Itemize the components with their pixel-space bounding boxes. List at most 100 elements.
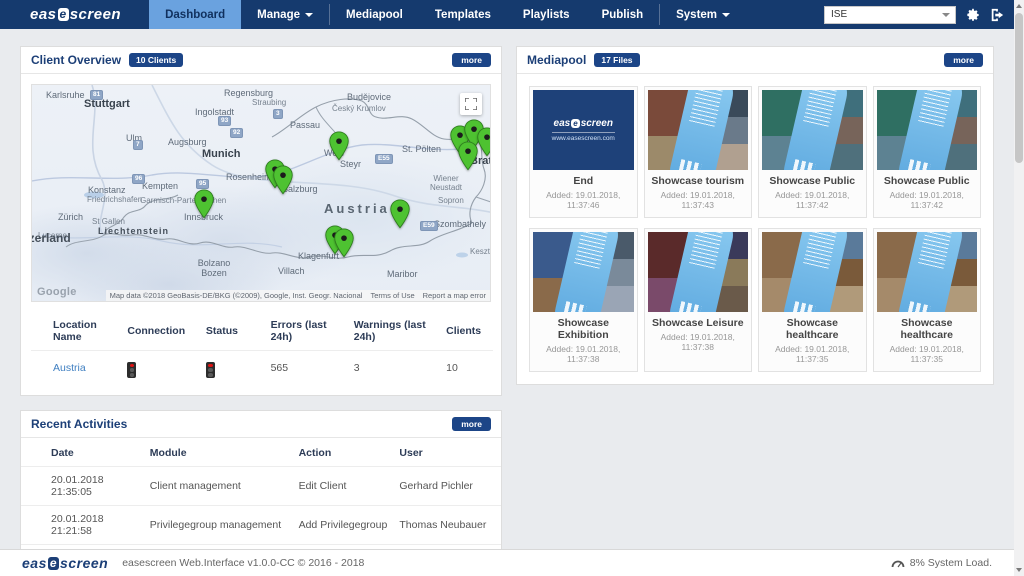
top-navbar: easescreen Dashboard Manage Mediapool Te… xyxy=(0,0,1014,29)
panel-title: Mediapool xyxy=(527,53,586,67)
activity-action: Edit Client xyxy=(295,467,396,506)
client-map-pin[interactable] xyxy=(389,199,411,229)
tab-mediapool[interactable]: Mediapool xyxy=(330,0,419,29)
media-name: Showcase healthcare xyxy=(879,317,976,341)
road-shield: E59 xyxy=(420,221,438,231)
client-overview-more-button[interactable]: more xyxy=(452,53,491,67)
table-row: Austria 565 3 10 xyxy=(31,351,493,386)
easescreen-logo[interactable]: easescreen xyxy=(0,0,149,29)
media-grid: easescreen www.easescreen.com End Added:… xyxy=(517,74,993,384)
activity-date: 20.01.2018 21:21:58 xyxy=(21,506,146,545)
map-city-label: Passau xyxy=(290,120,320,130)
mediapool-tile[interactable]: Showcase healthcare Added: 19.01.2018, 1… xyxy=(873,228,982,372)
map-city-label: St. Pölten xyxy=(402,144,441,154)
map-city-label: St Gallen xyxy=(92,217,125,226)
tab-templates[interactable]: Templates xyxy=(419,0,507,29)
map-country-label: Liechtenstein xyxy=(98,226,169,236)
media-added: Added: 19.01.2018, 11:37:42 xyxy=(764,190,861,210)
road-shield: 95 xyxy=(196,179,209,189)
map-city-label: Bolzano Bozen xyxy=(192,259,236,279)
col-location-name: Location Name xyxy=(31,312,123,351)
map-city-label: Maribor xyxy=(387,269,418,279)
media-name: Showcase tourism xyxy=(650,175,747,187)
panel-title: Recent Activities xyxy=(31,417,127,431)
map-city-label: Friedrichshafen xyxy=(87,195,142,204)
main-menu: Dashboard Manage Mediapool Templates Pla… xyxy=(149,0,746,29)
road-shield: 81 xyxy=(90,90,103,100)
dashboard-page: easescreen Dashboard Manage Mediapool Te… xyxy=(0,0,1014,576)
media-thumbnail xyxy=(877,232,978,312)
status-traffic-light-icon xyxy=(206,362,215,378)
mediapool-more-button[interactable]: more xyxy=(944,53,983,67)
client-map-pin[interactable] xyxy=(272,165,294,195)
media-thumbnail xyxy=(762,232,863,312)
gauge-icon xyxy=(891,558,905,568)
settings-gear-icon[interactable] xyxy=(966,8,980,22)
col-warnings: Warnings (last 24h) xyxy=(350,312,442,351)
location-link[interactable]: Austria xyxy=(53,362,86,374)
clients-value: 10 xyxy=(442,351,493,386)
logo-text: screen xyxy=(70,6,121,23)
map-city-label: Munich xyxy=(202,148,241,160)
map-city-label: Konstanz xyxy=(88,185,126,195)
map-city-label: Straubing xyxy=(252,98,286,107)
map-city-label: Karlsruhe xyxy=(46,90,85,100)
page-scrollbar[interactable] xyxy=(1014,0,1024,576)
activity-module: Client management xyxy=(146,467,295,506)
caret-down-icon xyxy=(722,13,730,17)
selected-client: ISE xyxy=(831,9,847,20)
footer-version-text: easescreen Web.Interface v1.0.0-CC © 201… xyxy=(122,557,364,569)
mediapool-tile[interactable]: Showcase tourism Added: 19.01.2018, 11:3… xyxy=(644,86,753,218)
google-logo[interactable]: Google xyxy=(37,286,77,298)
map-city-label: Kempten xyxy=(142,181,178,191)
scroll-up-arrow[interactable] xyxy=(1014,0,1024,12)
media-thumbnail xyxy=(877,90,978,170)
map-city-label: Budějovice xyxy=(347,92,391,102)
recent-activities-more-button[interactable]: more xyxy=(452,417,491,431)
activity-user: Thomas Neubauer xyxy=(395,506,501,545)
table-row: 20.01.2018 21:21:58 Privilegegroup manag… xyxy=(21,506,501,545)
activity-action: Add Privilegegroup xyxy=(295,506,396,545)
client-search-select[interactable]: ISE xyxy=(824,6,956,24)
scrollbar-thumb[interactable] xyxy=(1015,13,1023,163)
media-added: Added: 19.01.2018, 11:37:43 xyxy=(650,190,747,210)
tab-publish[interactable]: Publish xyxy=(586,0,660,29)
map-report-link[interactable]: Report a map error xyxy=(423,291,486,300)
media-added: Added: 19.01.2018, 11:37:38 xyxy=(650,332,747,352)
media-name: Showcase Leisure xyxy=(650,317,747,329)
map-fullscreen-button[interactable] xyxy=(460,93,482,115)
clients-map[interactable]: Karlsruhe Stuttgart Regensburg Straubing… xyxy=(31,84,491,302)
road-shield: 92 xyxy=(230,128,243,138)
panel-title: Client Overview xyxy=(31,53,121,67)
client-map-pin[interactable] xyxy=(193,189,215,219)
logo-e-icon: e xyxy=(58,8,69,21)
mediapool-tile[interactable]: Showcase Public Added: 19.01.2018, 11:37… xyxy=(873,86,982,218)
mediapool-tile[interactable]: easescreen www.easescreen.com End Added:… xyxy=(529,86,638,218)
mediapool-tile[interactable]: Showcase Exhibition Added: 19.01.2018, 1… xyxy=(529,228,638,372)
map-city-label: Villach xyxy=(278,266,304,276)
mediapool-tile[interactable]: Showcase healthcare Added: 19.01.2018, 1… xyxy=(758,228,867,372)
system-load-status: 8% System Load. xyxy=(910,557,992,569)
map-city-label: Regensburg xyxy=(224,88,273,98)
tab-playlists[interactable]: Playlists xyxy=(507,0,586,29)
map-city-label: Wiener Neustadt xyxy=(424,175,468,193)
client-map-pin[interactable] xyxy=(333,228,355,258)
scroll-down-arrow[interactable] xyxy=(1014,564,1024,576)
col-action: Action xyxy=(295,440,396,467)
map-city-label: Zürich xyxy=(58,212,83,222)
mediapool-panel: Mediapool 17 Files more easescreen www.e… xyxy=(516,46,994,385)
tab-manage[interactable]: Manage xyxy=(241,0,329,29)
clients-count-badge: 10 Clients xyxy=(129,53,183,67)
media-added: Added: 19.01.2018, 11:37:38 xyxy=(535,344,632,364)
tab-system[interactable]: System xyxy=(660,0,746,29)
mediapool-tile[interactable]: Showcase Leisure Added: 19.01.2018, 11:3… xyxy=(644,228,753,372)
activity-date: 20.01.2018 21:35:05 xyxy=(21,467,146,506)
tab-dashboard[interactable]: Dashboard xyxy=(149,0,241,29)
map-terms-link[interactable]: Terms of Use xyxy=(370,291,414,300)
col-connection: Connection xyxy=(123,312,202,351)
media-added: Added: 19.01.2018, 11:37:42 xyxy=(879,190,976,210)
logout-icon[interactable] xyxy=(990,8,1004,22)
client-map-pin[interactable] xyxy=(328,131,350,161)
mediapool-tile[interactable]: Showcase Public Added: 19.01.2018, 11:37… xyxy=(758,86,867,218)
client-map-pin[interactable] xyxy=(457,141,479,171)
